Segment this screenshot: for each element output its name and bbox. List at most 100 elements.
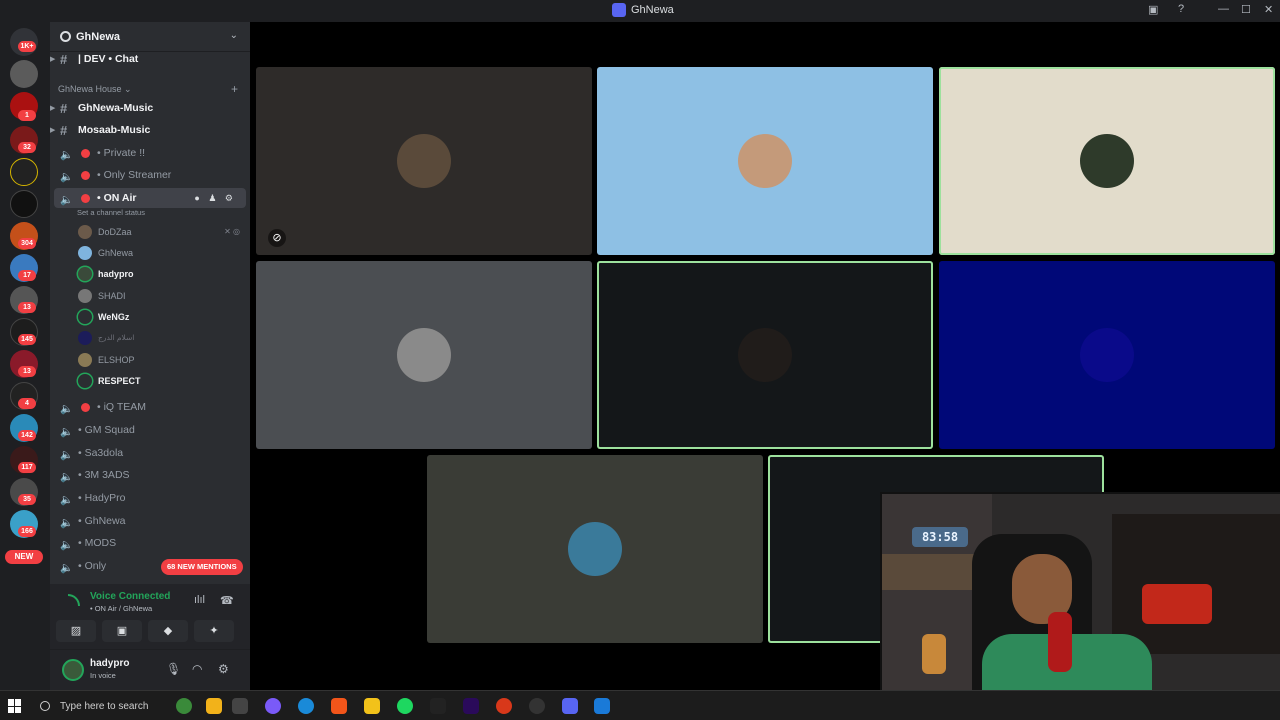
badge: 13 xyxy=(18,366,36,377)
channel-label: • 3M 3ADS xyxy=(78,469,130,481)
voice-member[interactable]: ELSHOP xyxy=(50,350,250,370)
headphones-icon[interactable]: ◠ xyxy=(192,662,202,676)
settings-icon[interactable]: ⚙ xyxy=(218,662,229,676)
collapse-arrow-icon: ▶ xyxy=(50,56,56,63)
premiere-icon[interactable] xyxy=(463,698,479,714)
task-view-icon[interactable] xyxy=(232,698,248,714)
member-name: RESPECT xyxy=(98,376,141,386)
channel-label: • Sa3dola xyxy=(78,447,124,459)
brave-icon[interactable] xyxy=(331,698,347,714)
weather-icon[interactable] xyxy=(176,698,192,714)
discord-icon xyxy=(612,3,626,17)
help-icon[interactable]: ? xyxy=(1178,3,1184,15)
badge: 32 xyxy=(18,142,36,153)
server-icon[interactable] xyxy=(10,158,38,186)
signal-icon[interactable] xyxy=(68,594,80,606)
server-icon[interactable] xyxy=(10,60,38,88)
channel-status[interactable]: Set a channel status xyxy=(77,208,145,217)
voice-location[interactable]: • ON Air / GhNewa xyxy=(90,604,152,613)
channel-label: • MODS xyxy=(78,537,117,549)
chevron-down-icon[interactable]: ⌄ xyxy=(230,30,238,41)
discord-taskbar-icon[interactable] xyxy=(562,698,578,714)
collapse-arrow-icon: ▶ xyxy=(50,105,56,112)
inbox-icon[interactable]: ▣ xyxy=(1148,3,1158,16)
channel-mosaab-music[interactable]: ▶ # Mosaab-Music xyxy=(50,120,250,140)
participant-tile[interactable] xyxy=(939,261,1275,449)
speaker-icon: 🔈 xyxy=(60,170,74,183)
disconnect-icon[interactable]: ☎ xyxy=(220,594,234,607)
server-icon[interactable] xyxy=(10,190,38,218)
app-icon[interactable] xyxy=(594,698,610,714)
voice-member[interactable]: hadypro xyxy=(50,264,250,284)
gear-icon xyxy=(60,31,71,42)
avatar xyxy=(738,328,792,382)
participant-tile[interactable] xyxy=(597,67,933,255)
new-unreads-pill[interactable]: NEW xyxy=(5,550,43,564)
channel-dev-chat[interactable]: ▶ # | DEV • Chat xyxy=(50,49,250,69)
voice-member[interactable]: GhNewa xyxy=(50,243,250,263)
red-dot-icon xyxy=(81,402,90,412)
add-channel-icon[interactable]: + xyxy=(231,82,238,96)
server-rail: 1K+ 1 32 304 17 13 145 13 4 142 117 35 1… xyxy=(0,22,50,690)
voice-member[interactable]: DoDZaa ✕ ◎ xyxy=(50,222,250,242)
voice-channel[interactable]: 🔈 • GhNewa xyxy=(50,511,250,531)
noise-suppression-icon[interactable]: ılıl xyxy=(194,594,205,606)
copilot-icon[interactable] xyxy=(265,698,281,714)
participant-tile[interactable] xyxy=(256,261,592,449)
channel-actions[interactable]: ● ♟ ⚙ xyxy=(194,193,236,204)
badge: 17 xyxy=(18,270,36,281)
participant-tile[interactable]: ⊘ xyxy=(256,67,592,255)
channel-ghnewa-music[interactable]: ▶ # GhNewa-Music xyxy=(50,98,250,118)
file-explorer-icon[interactable] xyxy=(364,698,380,714)
camera-off-button[interactable]: ▨ xyxy=(56,620,96,642)
voice-channel[interactable]: 🔈 • iQ TEAM xyxy=(50,397,250,417)
activities-button[interactable]: ◆ xyxy=(148,620,188,642)
badge: 117 xyxy=(18,462,36,473)
voice-channel[interactable]: 🔈 • GM Squad xyxy=(50,420,250,440)
user-status: In voice xyxy=(90,671,116,680)
voice-channel[interactable]: 🔈 • 3M 3ADS xyxy=(50,465,250,485)
voice-status[interactable]: Voice Connected xyxy=(90,591,170,602)
red-dot-icon xyxy=(81,170,90,180)
voice-channel[interactable]: 🔈 • HadyPro xyxy=(50,488,250,508)
maximize-button[interactable]: ☐ xyxy=(1241,3,1251,16)
avatar[interactable] xyxy=(62,659,84,681)
guild-name: GhNewa xyxy=(76,30,121,43)
voice-member[interactable]: اسلام الدرج xyxy=(50,328,250,348)
participant-tile[interactable] xyxy=(939,67,1275,255)
voice-channel-private[interactable]: 🔈 • Private !! xyxy=(50,143,250,163)
badge: 13 xyxy=(18,302,36,313)
channel-label: | DEV • Chat xyxy=(78,53,139,65)
minimize-button[interactable]: — xyxy=(1218,3,1229,15)
windows-start-icon[interactable] xyxy=(8,699,22,713)
voice-channel[interactable]: 🔈 • MODS xyxy=(50,533,250,553)
new-mentions-pill[interactable]: 68 NEW MENTIONS xyxy=(161,559,243,575)
voice-member[interactable]: SHADI xyxy=(50,286,250,306)
voice-member[interactable]: RESPECT xyxy=(50,371,250,391)
taskbar-search[interactable]: Type here to search xyxy=(32,695,226,717)
spotify-icon[interactable] xyxy=(397,698,413,714)
epic-games-icon[interactable] xyxy=(430,698,446,714)
voice-channel-only-streamer[interactable]: 🔈 • Only Streamer xyxy=(50,165,250,185)
guild-header[interactable]: GhNewa ⌄ xyxy=(50,22,250,52)
avatar xyxy=(78,353,92,367)
soundboard-button[interactable]: ✦ xyxy=(194,620,234,642)
screen-share-button[interactable]: ▣ xyxy=(102,620,142,642)
widget-icon[interactable] xyxy=(206,698,222,714)
category-header[interactable]: GhNewa House ⌄ xyxy=(58,84,132,95)
edge-icon[interactable] xyxy=(298,698,314,714)
speaker-icon: 🔈 xyxy=(60,493,74,506)
participant-tile[interactable] xyxy=(427,455,763,643)
obs-icon[interactable] xyxy=(529,698,545,714)
chrome-icon[interactable] xyxy=(496,698,512,714)
badge: 145 xyxy=(18,334,36,345)
voice-channel[interactable]: 🔈 • Sa3dola xyxy=(50,443,250,463)
avatar xyxy=(78,310,92,324)
microphone-icon[interactable]: 🎙 xyxy=(166,662,181,676)
participant-tile[interactable] xyxy=(597,261,933,449)
close-button[interactable]: ✕ xyxy=(1264,3,1273,16)
username[interactable]: hadypro xyxy=(90,658,129,669)
voice-member[interactable]: WeNGz xyxy=(50,307,250,327)
speaker-icon: 🔈 xyxy=(60,516,74,529)
voice-channel-on-air[interactable]: 🔈 • ON Air ● ♟ ⚙ xyxy=(54,188,246,208)
